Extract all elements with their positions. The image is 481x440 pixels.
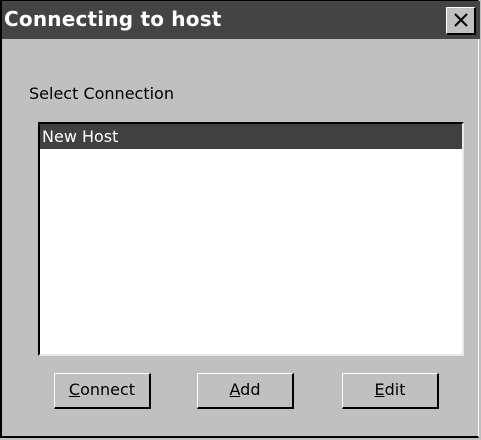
list-item-new-host[interactable]: New Host [40, 124, 462, 149]
close-button[interactable] [446, 7, 476, 35]
connect-label: onnect [80, 380, 136, 399]
window-title: Connecting to host [4, 7, 222, 31]
add-button[interactable]: Add [197, 373, 294, 409]
edit-button[interactable]: Edit [342, 373, 439, 409]
add-mnemonic: A [229, 380, 241, 399]
close-icon [454, 13, 468, 27]
connecting-dialog: Connecting to host Select Connection New… [0, 0, 480, 438]
select-connection-label: Select Connection [29, 84, 174, 103]
connection-listbox[interactable]: New Host [38, 122, 464, 356]
edit-label: dit [384, 380, 406, 399]
edit-mnemonic: E [374, 380, 385, 399]
connect-mnemonic: C [68, 380, 81, 399]
title-bar[interactable]: Connecting to host [2, 1, 480, 39]
add-label: dd [240, 380, 261, 399]
connect-button[interactable]: Connect [54, 373, 151, 409]
